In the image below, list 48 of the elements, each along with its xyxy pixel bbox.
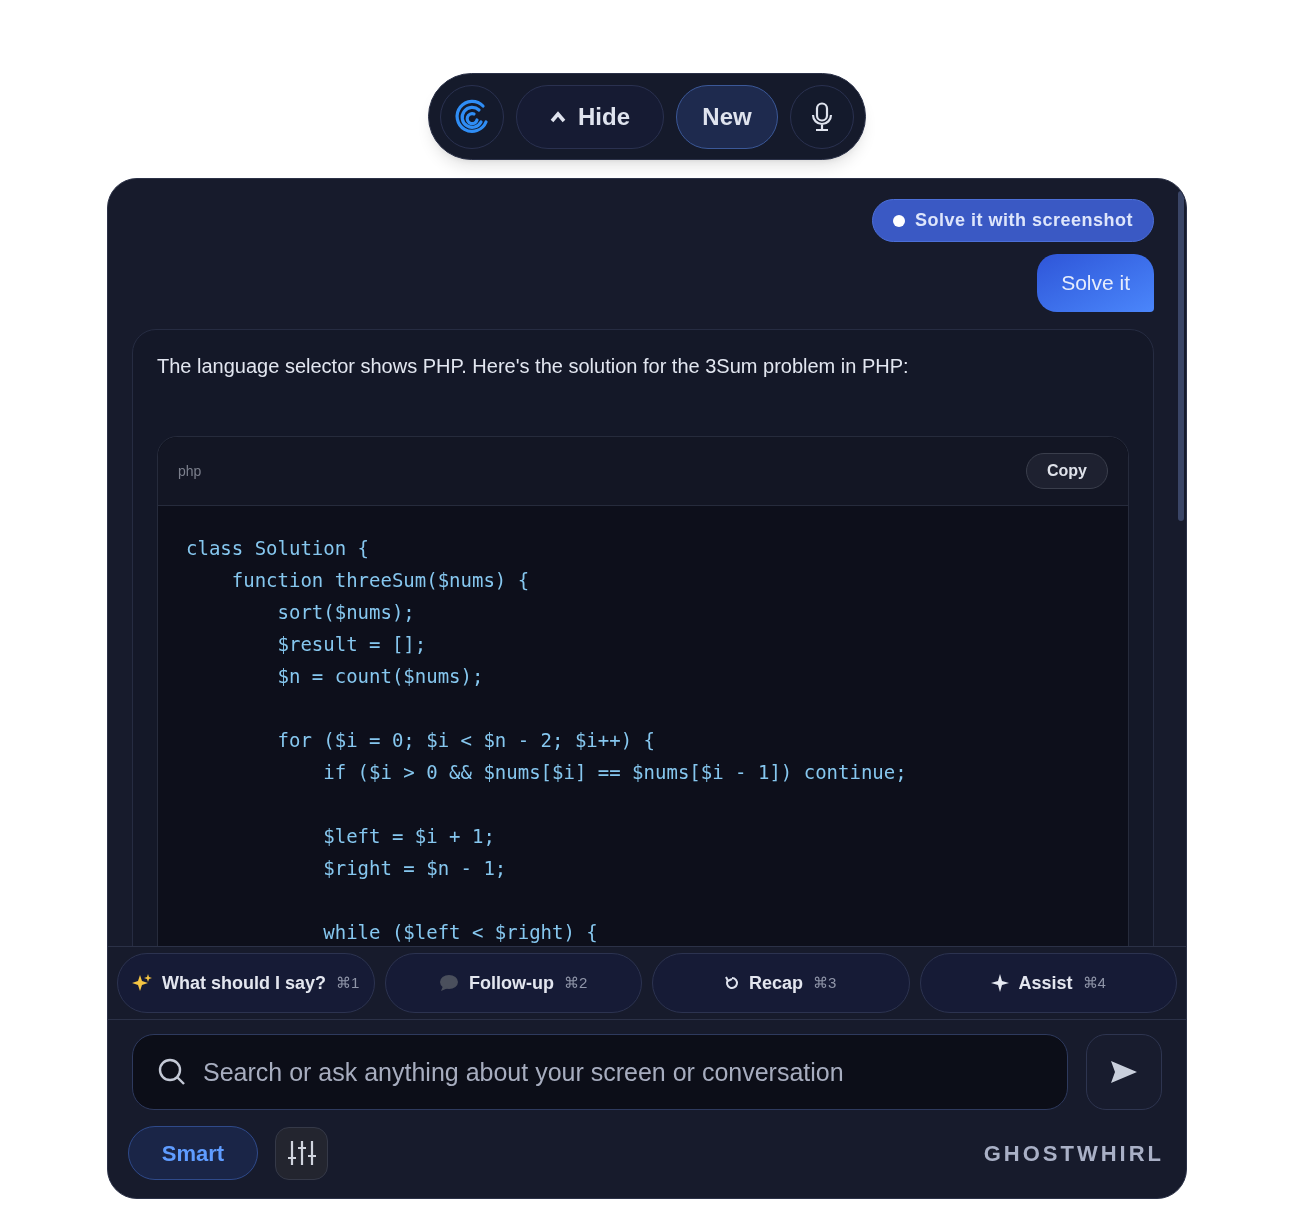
shortcut-hint: ⌘3 (813, 972, 837, 993)
quick-action-button[interactable]: Follow-up ⌘2 (384, 953, 642, 1013)
shortcut-hint: ⌘4 (1082, 972, 1106, 993)
action-label: Assist (1018, 971, 1073, 995)
copy-button[interactable]: Copy (1026, 453, 1108, 489)
action-label: What should I say? (162, 971, 327, 995)
settings-button[interactable] (275, 1126, 328, 1180)
caret-up-icon (550, 110, 566, 123)
four-point-star-icon (990, 974, 1009, 992)
code-line: class Solution { (186, 536, 370, 561)
microphone-icon (811, 101, 833, 132)
code-line: for ($i = 0; $i < $n - 2; $i++) { (276, 728, 655, 753)
swirl-logo-icon (453, 97, 491, 136)
quick-action-button[interactable]: Assist ⌘4 (919, 953, 1177, 1013)
code-line: if ($i > 0 && $nums[$i] == $nums[$i - 1]) continue; (322, 760, 907, 785)
code-line: function threeSum($nums) { (230, 568, 530, 593)
code-line: sort($nums); (276, 600, 415, 625)
logo-button[interactable] (440, 84, 504, 149)
code-line: $n = count($nums); (276, 664, 484, 689)
shortcut-hint: ⌘2 (564, 972, 588, 993)
code-line: $left = $i + 1; (322, 824, 495, 849)
scrollbar-thumb[interactable] (1178, 191, 1184, 521)
sliders-icon (286, 1139, 317, 1167)
code-line: while ($left < $right) { (322, 920, 598, 945)
speech-bubble-icon (439, 974, 460, 992)
screenshot-chip[interactable]: Solve it with screenshot (871, 199, 1154, 242)
search-icon (158, 1058, 186, 1086)
quick-action-button[interactable]: What should I say? ⌘1 (117, 953, 375, 1013)
action-label: Recap (749, 971, 804, 995)
quick-action-button[interactable]: Recap ⌘3 (652, 953, 910, 1013)
new-button[interactable]: New (676, 84, 778, 149)
hide-button[interactable]: Hide (516, 84, 664, 149)
action-label: Follow-up (469, 971, 555, 995)
send-button[interactable] (1086, 1034, 1162, 1110)
code-line: $result = []; (276, 632, 427, 657)
microphone-button[interactable] (790, 84, 854, 149)
sparkles-icon (132, 973, 153, 993)
smart-mode-button[interactable]: Smart (128, 1126, 258, 1180)
search-field[interactable]: Search or ask anything about your screen or conversation (132, 1034, 1068, 1110)
user-message-bubble: Solve it (1037, 254, 1154, 312)
chip-label: Solve it with screenshot (914, 209, 1133, 232)
shortcut-hint: ⌘1 (336, 972, 360, 993)
refresh-icon (725, 976, 740, 990)
response-text: The language selector shows PHP. Here's the solution for the 3Sum problem in PHP: (157, 354, 910, 379)
brand-name: GHOSTWHIRL (983, 1139, 1164, 1168)
code-language: php (178, 461, 202, 481)
send-icon (1110, 1060, 1138, 1084)
code-line: $right = $n - 1; (322, 856, 507, 881)
